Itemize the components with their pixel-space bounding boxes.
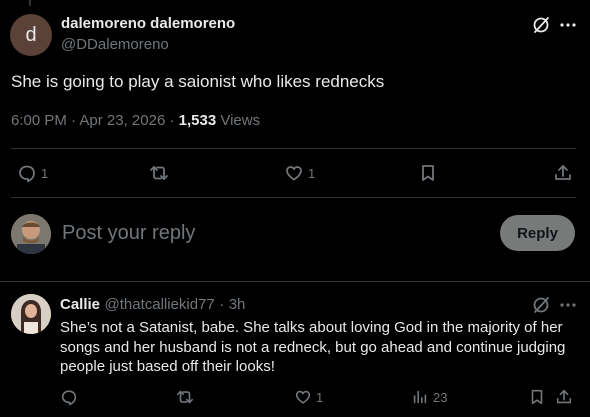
tweet-meta: 6:00 PM · Apr 23, 2026 · 1,533 Views: [11, 112, 260, 129]
bookmark-action[interactable]: [528, 388, 546, 406]
reply-author-avatar[interactable]: [11, 294, 51, 334]
like-icon: [286, 166, 302, 181]
reply-count: 1: [41, 165, 49, 181]
share-icon: [556, 389, 572, 404]
thread-connector-line: [29, 0, 31, 6]
meta-separator: ·: [169, 112, 179, 129]
divider: [11, 197, 576, 198]
repost-icon: [150, 166, 168, 180]
reply-time[interactable]: 3h: [229, 296, 246, 313]
bookmark-icon: [531, 389, 543, 405]
tweet-date[interactable]: Apr 23, 2026: [79, 112, 165, 129]
share-icon: [555, 165, 571, 180]
repost-action[interactable]: [176, 388, 194, 406]
like-count: 1: [316, 389, 324, 405]
meta-separator: ·: [219, 296, 225, 313]
reply-icon: [19, 165, 35, 183]
views-count: 1,533: [178, 112, 217, 129]
divider: [0, 281, 590, 282]
reply-action[interactable]: [60, 388, 78, 406]
reply-action[interactable]: 1: [17, 163, 48, 183]
reply-button[interactable]: Reply: [500, 215, 575, 251]
reply-header: Callie @thatcalliekid77 · 3h: [60, 296, 245, 314]
reply-author-name[interactable]: Callie: [60, 296, 100, 313]
views-icon: [413, 390, 427, 404]
avatar-letter: d: [25, 23, 37, 46]
reply-icon: [61, 390, 77, 406]
views-count: 23: [433, 389, 448, 405]
author-avatar[interactable]: d: [10, 14, 52, 56]
user-avatar[interactable]: [11, 214, 51, 254]
reply-author-handle[interactable]: @thatcalliekid77: [104, 296, 214, 313]
more-icon[interactable]: [558, 295, 578, 315]
like-count: 1: [308, 165, 316, 181]
bookmark-icon: [422, 165, 434, 181]
share-action[interactable]: [555, 388, 573, 406]
like-icon: [295, 390, 311, 404]
author-display-name[interactable]: dalemoreno dalemoreno: [61, 15, 235, 32]
tweet-text: She is going to play a saionist who like…: [11, 72, 385, 91]
reply-input[interactable]: Post your reply: [62, 222, 195, 245]
tweet-time[interactable]: 6:00 PM: [11, 112, 67, 129]
repost-action[interactable]: [149, 163, 169, 183]
grok-icon[interactable]: [531, 295, 551, 315]
bookmark-action[interactable]: [418, 163, 438, 183]
more-icon[interactable]: [558, 15, 578, 35]
repost-icon: [176, 390, 194, 404]
divider: [11, 148, 576, 149]
reply-text: She’s not a Satanist, babe. She talks ab…: [60, 319, 566, 375]
like-action[interactable]: 1: [294, 388, 323, 406]
grok-icon[interactable]: [531, 15, 551, 35]
author-handle[interactable]: @DDalemoreno: [61, 36, 169, 53]
views-action[interactable]: 23: [411, 388, 447, 406]
views-label: Views: [220, 112, 261, 129]
share-action[interactable]: [553, 163, 573, 183]
like-action[interactable]: 1: [284, 163, 315, 183]
